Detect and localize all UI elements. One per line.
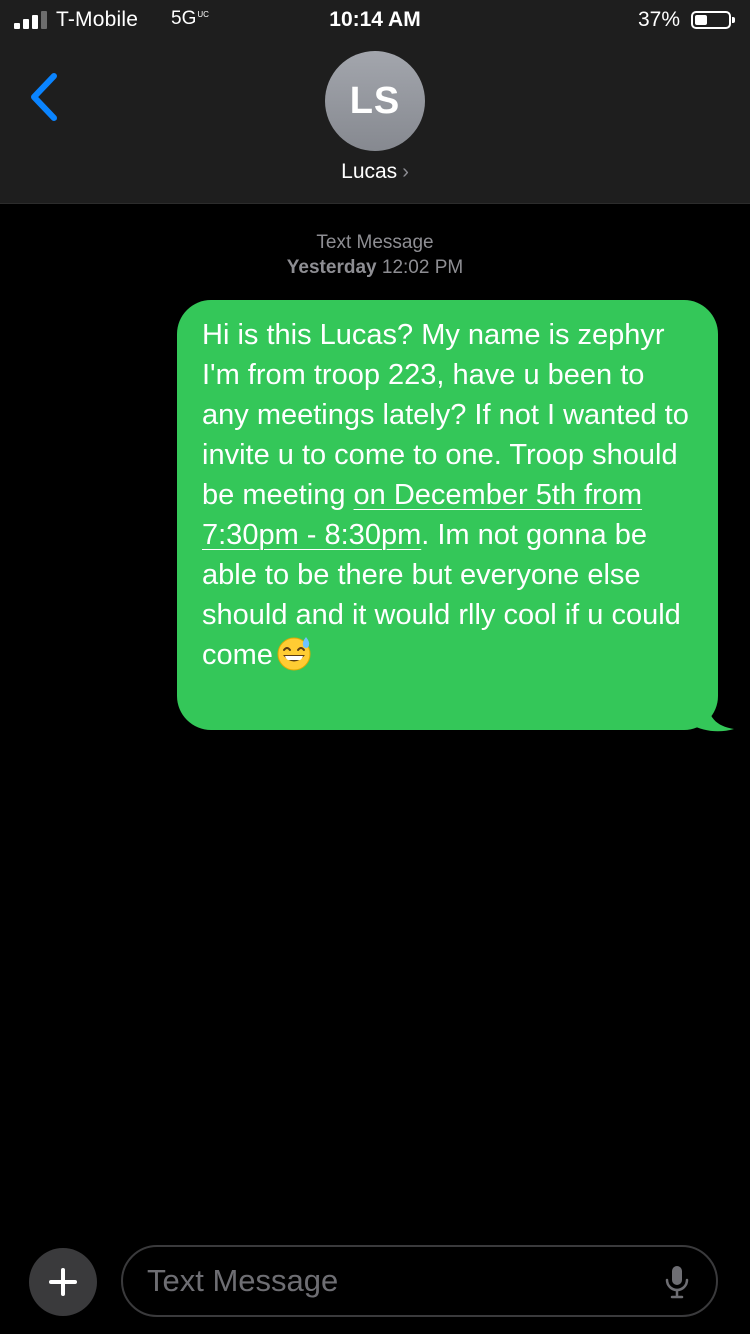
chevron-right-icon: › bbox=[402, 161, 409, 183]
dictation-button[interactable] bbox=[664, 1265, 690, 1299]
contact-avatar[interactable]: LS bbox=[325, 51, 425, 151]
chevron-left-icon bbox=[31, 73, 57, 121]
apps-plus-button[interactable] bbox=[29, 1248, 97, 1316]
grinning-face-with-sweat-emoji bbox=[277, 637, 311, 671]
message-timestamp: Text Message Yesterday 12:02 PM bbox=[0, 230, 750, 280]
back-button[interactable] bbox=[22, 68, 68, 128]
battery-level-fill bbox=[695, 15, 707, 25]
contact-initials: LS bbox=[349, 79, 401, 122]
plus-icon bbox=[49, 1268, 77, 1296]
contact-name-button[interactable]: Lucas › bbox=[0, 160, 750, 184]
contact-name: Lucas bbox=[341, 160, 398, 183]
service-label: Text Message bbox=[316, 232, 434, 253]
conversation-header: T-Mobile 5GUC 10:14 AM 37% LS Lucas › bbox=[0, 0, 750, 204]
timestamp-time: 12:02 PM bbox=[381, 257, 464, 278]
timestamp-day: Yesterday bbox=[286, 257, 377, 278]
outgoing-message-bubble[interactable]: Hi is this Lucas? My name is zephyr I'm … bbox=[177, 300, 718, 730]
status-bar: T-Mobile 5GUC 10:14 AM 37% bbox=[0, 0, 750, 42]
microphone-icon bbox=[665, 1266, 689, 1299]
battery-percentage: 37% bbox=[637, 8, 680, 31]
bubble-tail bbox=[690, 696, 734, 732]
message-input[interactable] bbox=[147, 1255, 647, 1307]
battery-icon bbox=[691, 11, 735, 29]
message-composer bbox=[121, 1245, 718, 1317]
